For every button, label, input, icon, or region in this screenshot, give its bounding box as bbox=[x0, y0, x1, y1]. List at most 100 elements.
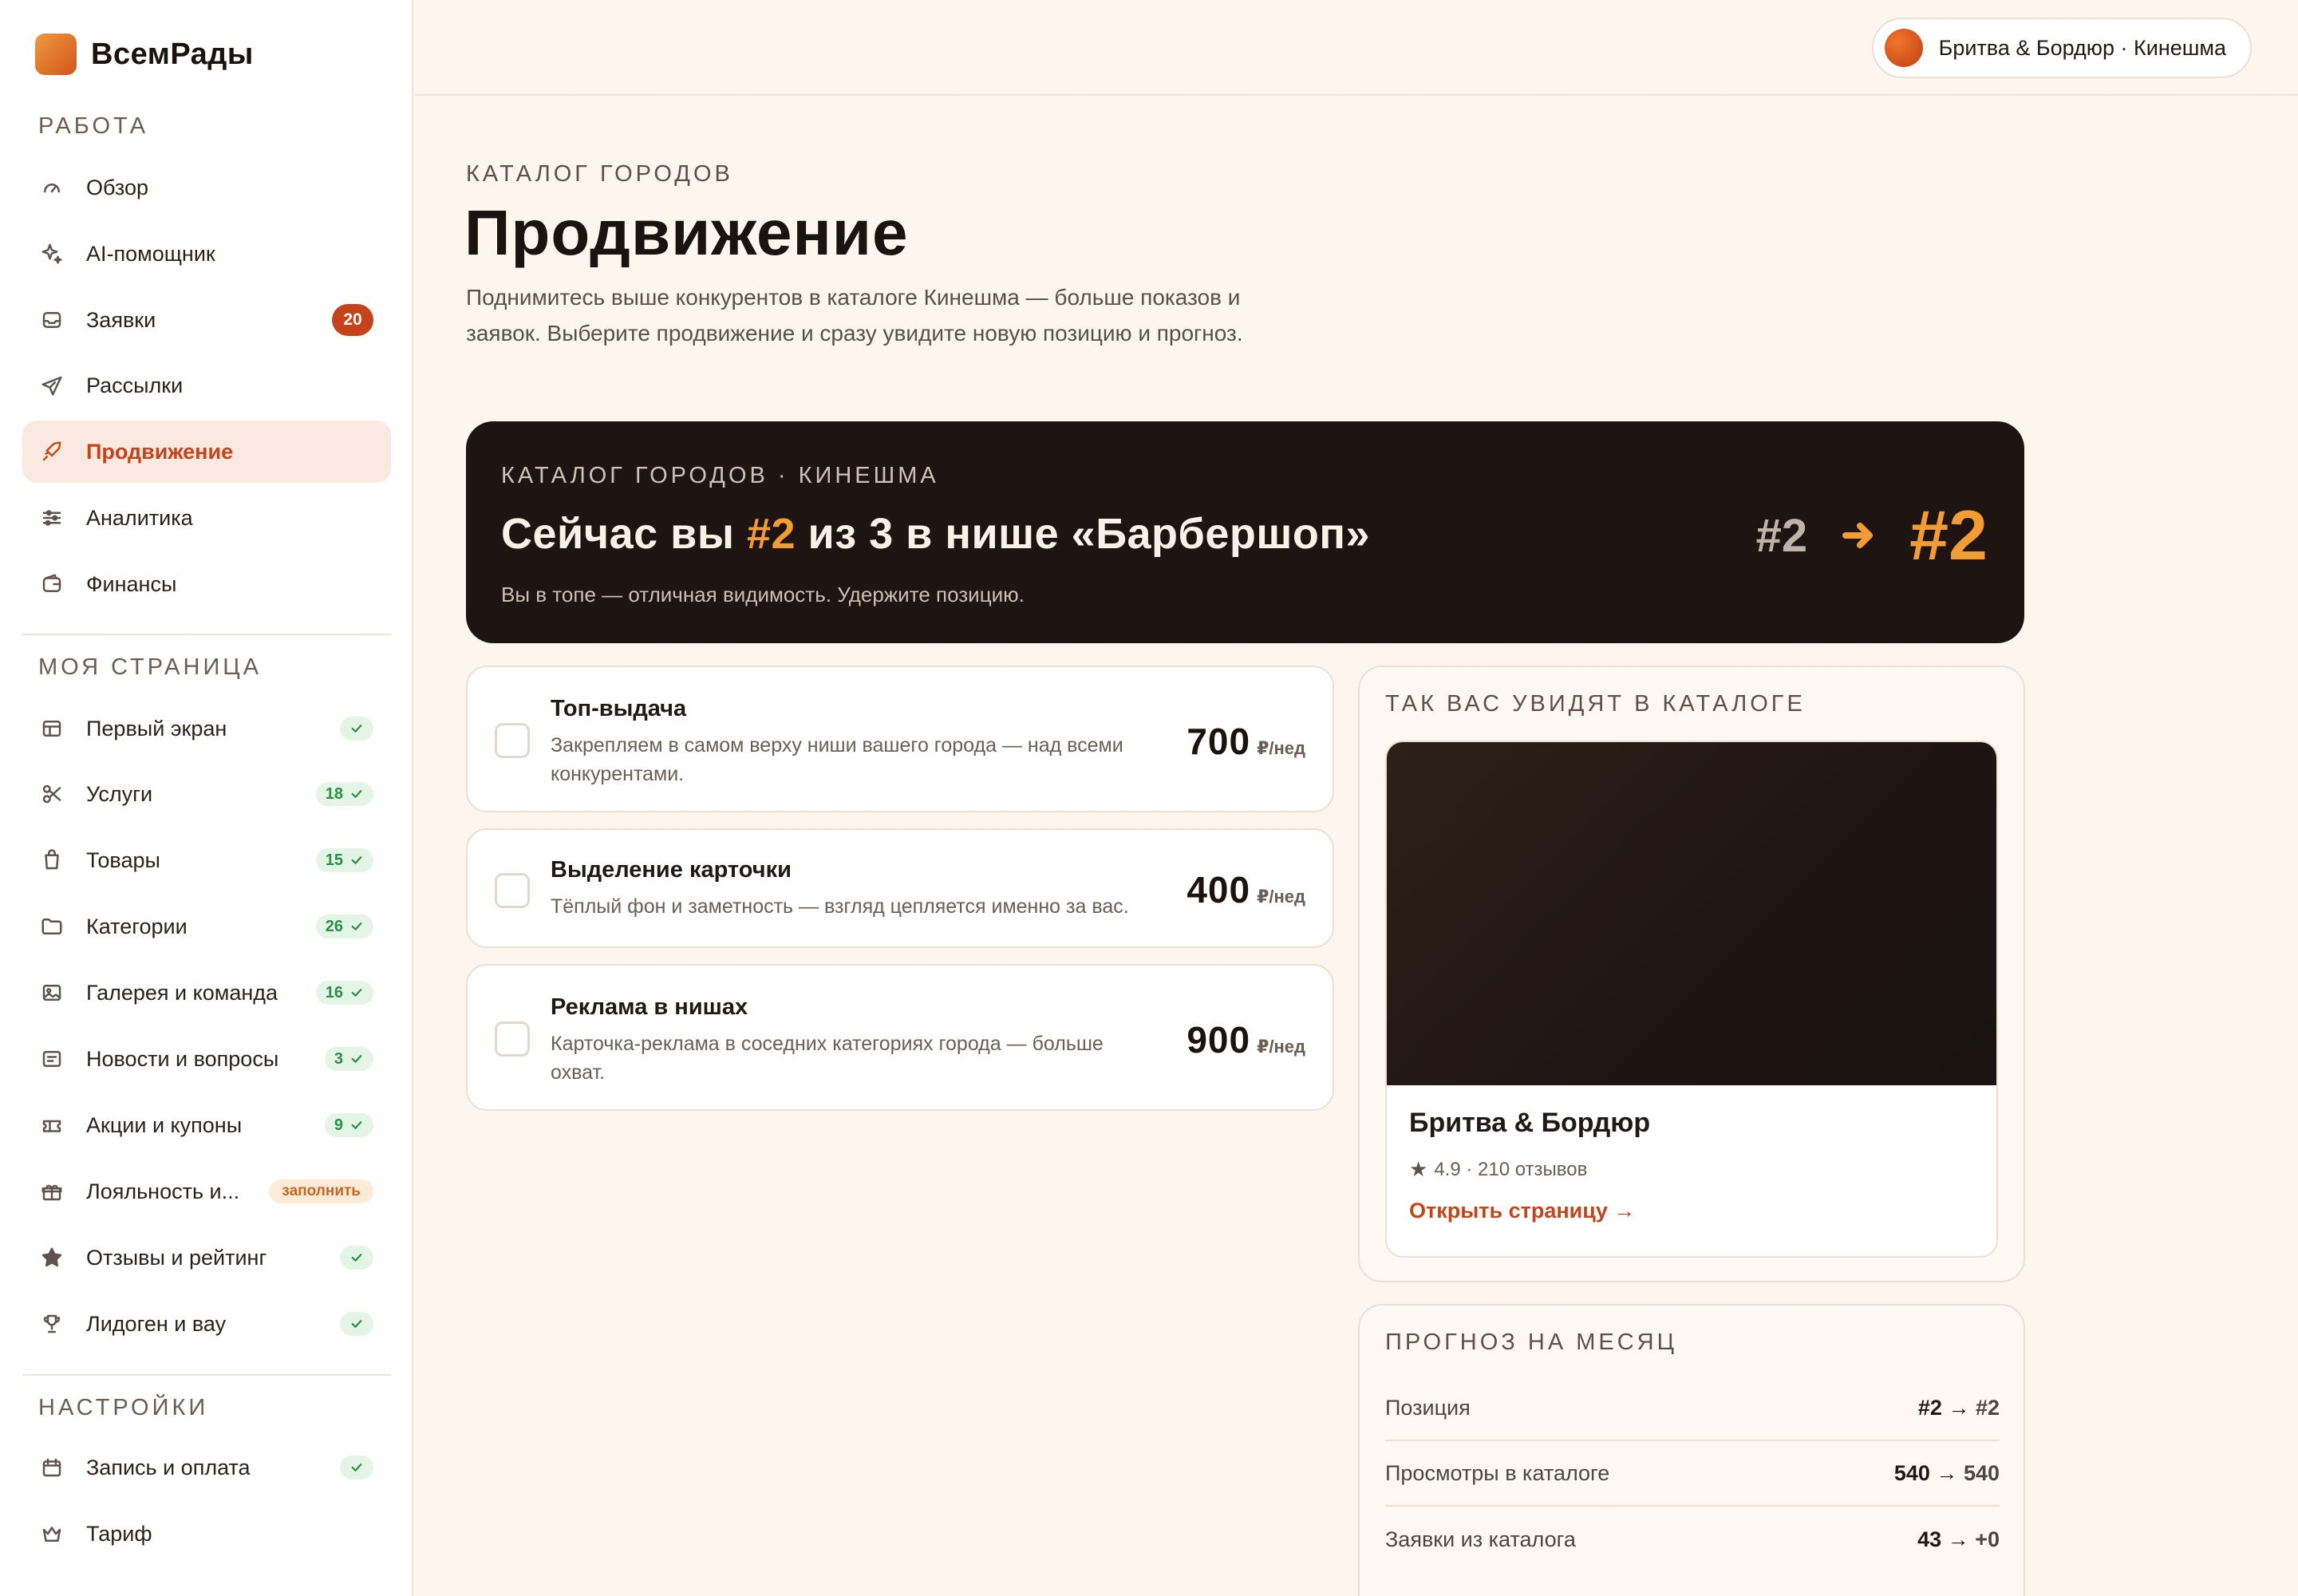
trophy-icon bbox=[40, 1312, 64, 1336]
sidebar-item-first-screen[interactable]: Первый экран bbox=[22, 697, 391, 760]
check-icon bbox=[351, 989, 362, 997]
banner-title: Сейчас вы #2 из 3 в нише «Барбершоп» bbox=[501, 509, 1370, 559]
forecast-value: 540 → 540 bbox=[1893, 1460, 2000, 1485]
price-unit: ₽/нед bbox=[1257, 887, 1305, 907]
sidebar-item-loyalty[interactable]: Лояльность и... заполнить bbox=[22, 1160, 391, 1223]
calendar-icon bbox=[40, 1456, 64, 1479]
sliders-icon bbox=[40, 506, 64, 530]
card-cover-image bbox=[1387, 742, 1996, 1085]
check-icon bbox=[351, 856, 362, 864]
sidebar-item-mailings[interactable]: Рассылки bbox=[22, 354, 391, 417]
option-price: 900 ₽/нед bbox=[1187, 1018, 1305, 1061]
current-position-banner: КАТАЛОГ ГОРОДОВ · КИНЕШМА Сейчас вы #2 и… bbox=[466, 421, 2024, 643]
rating-text: 4.9 · 210 отзывов bbox=[1434, 1158, 1588, 1180]
page-title: Продвижение bbox=[464, 197, 909, 268]
section-label-my-page: МОЯ СТРАНИЦА bbox=[38, 654, 263, 680]
sidebar-item-promos-coupons[interactable]: Акции и купоны 9 bbox=[22, 1094, 391, 1156]
logo-mark-icon bbox=[35, 34, 77, 75]
sidebar-item-requests[interactable]: Заявки 20 bbox=[22, 289, 391, 351]
preview-eyebrow: ТАК ВАС УВИДЯТ В КАТАЛОГЕ bbox=[1385, 691, 1806, 717]
forecast-row: Заявки из каталога 43 → +0 bbox=[1385, 1507, 2000, 1572]
star-icon bbox=[40, 1246, 64, 1270]
check-icon bbox=[351, 1254, 362, 1262]
sidebar-item-overview[interactable]: Обзор bbox=[22, 156, 391, 219]
open-page-link[interactable]: Открыть страницу → bbox=[1409, 1199, 1635, 1223]
sidebar-item-booking-payment[interactable]: Запись и оплата bbox=[22, 1436, 391, 1499]
sidebar-item-services[interactable]: Услуги 18 bbox=[22, 763, 391, 825]
sidebar-item-label: AI-помощник bbox=[86, 241, 215, 266]
price-unit: ₽/нед bbox=[1257, 738, 1305, 758]
layout-icon bbox=[40, 717, 64, 741]
price-value: 400 bbox=[1187, 869, 1251, 911]
status-badge bbox=[340, 1456, 373, 1479]
card-business-name: Бритва & Бордюр bbox=[1409, 1108, 1651, 1138]
sidebar-item-label: Товары bbox=[86, 847, 160, 872]
sidebar-item-leadgen[interactable]: Лидоген и вау bbox=[22, 1293, 391, 1355]
catalog-preview: ТАК ВАС УВИДЯТ В КАТАЛОГЕ Бритва & Бордю… bbox=[1358, 666, 2025, 1282]
sidebar-item-news-faq[interactable]: Новости и вопросы 3 bbox=[22, 1028, 391, 1090]
banner-eyebrow: КАТАЛОГ ГОРОДОВ · КИНЕШМА bbox=[501, 463, 939, 488]
forecast-row: Просмотры в каталоге 540 → 540 bbox=[1385, 1441, 2000, 1507]
arrow-right-icon bbox=[1839, 516, 1877, 555]
sidebar-item-promotion[interactable]: Продвижение bbox=[22, 421, 391, 483]
option-checkbox[interactable] bbox=[495, 1021, 530, 1057]
sidebar-item-products[interactable]: Товары 15 bbox=[22, 829, 391, 891]
wallet-icon bbox=[40, 572, 64, 596]
promo-option-niche-ads[interactable]: Реклама в нишах Карточка-реклама в сосед… bbox=[466, 964, 1334, 1111]
status-badge bbox=[340, 1246, 373, 1270]
banner-title-post: из 3 в нише «Барбершоп» bbox=[796, 510, 1371, 558]
star-icon: ★ bbox=[1409, 1157, 1428, 1181]
check-icon bbox=[351, 1320, 362, 1328]
option-checkbox[interactable] bbox=[495, 723, 530, 758]
status-badge: 9 bbox=[324, 1113, 373, 1137]
bag-icon bbox=[40, 848, 64, 872]
status-badge: 3 bbox=[324, 1047, 373, 1071]
value-to: 540 bbox=[1963, 1460, 2000, 1485]
send-icon bbox=[40, 373, 64, 397]
value-to: +0 bbox=[1975, 1527, 2000, 1551]
forecast-label: Просмотры в каталоге bbox=[1385, 1460, 1610, 1485]
status-badge: 18 bbox=[315, 782, 373, 806]
count: 15 bbox=[325, 851, 343, 869]
sidebar-item-analytics[interactable]: Аналитика bbox=[22, 487, 391, 549]
sidebar-item-gallery-team[interactable]: Галерея и команда 16 bbox=[22, 962, 391, 1024]
gift-icon bbox=[40, 1179, 64, 1203]
status-badge bbox=[340, 717, 373, 741]
section-label-work: РАБОТА bbox=[38, 113, 149, 139]
monthly-forecast: ПРОГНОЗ НА МЕСЯЦ Позиция #2 → #2 Просмот… bbox=[1358, 1304, 2025, 1596]
business-avatar bbox=[1884, 29, 1923, 67]
news-icon bbox=[40, 1047, 64, 1071]
promo-option-highlight[interactable]: Выделение карточки Тёплый фон и заметнос… bbox=[466, 828, 1334, 948]
option-title: Выделение карточки bbox=[551, 857, 792, 883]
sidebar-item-tariff[interactable]: Тариф bbox=[22, 1503, 391, 1565]
ticket-icon bbox=[40, 1113, 64, 1137]
app-name: ВсемРады bbox=[91, 37, 254, 71]
promo-option-top[interactable]: Топ-выдача Закрепляем в самом верху ниши… bbox=[466, 666, 1334, 812]
sidebar-item-finance[interactable]: Финансы bbox=[22, 553, 391, 615]
sidebar-item-reviews-rating[interactable]: Отзывы и рейтинг bbox=[22, 1227, 391, 1289]
sidebar-item-categories[interactable]: Категории 26 bbox=[22, 895, 391, 958]
status-badge: 16 bbox=[315, 981, 373, 1005]
section-label-settings: НАСТРОЙКИ bbox=[38, 1395, 209, 1420]
option-price: 700 ₽/нед bbox=[1187, 720, 1305, 763]
option-checkbox[interactable] bbox=[495, 873, 530, 908]
sidebar-item-label: Отзывы и рейтинг bbox=[86, 1245, 267, 1270]
requests-count-badge: 20 bbox=[332, 304, 373, 336]
sidebar-item-label: Лидоген и вау bbox=[86, 1311, 227, 1336]
sidebar-item-label: Заявки bbox=[86, 307, 156, 332]
status-badge bbox=[340, 1312, 373, 1336]
forecast-value: 43 → +0 bbox=[1917, 1527, 2000, 1551]
price-value: 700 bbox=[1187, 721, 1251, 762]
value-from: 540 bbox=[1893, 1460, 1930, 1485]
check-icon bbox=[351, 725, 362, 733]
business-switcher[interactable]: Бритва & Бордюр · Кинешма bbox=[1871, 18, 2252, 78]
catalog-card[interactable]: Бритва & Бордюр ★ 4.9 · 210 отзывов Откры… bbox=[1385, 741, 1998, 1258]
rank-from: #2 bbox=[1755, 509, 1808, 562]
count: 9 bbox=[334, 1116, 343, 1134]
sidebar-item-ai-assistant[interactable]: AI-помощник bbox=[22, 223, 391, 285]
page-eyebrow: КАТАЛОГ ГОРОДОВ bbox=[466, 161, 733, 187]
price-unit: ₽/нед bbox=[1257, 1037, 1305, 1057]
banner-title-pre: Сейчас вы bbox=[501, 510, 747, 558]
app-logo[interactable]: ВсемРады bbox=[35, 34, 254, 75]
option-price: 400 ₽/нед bbox=[1187, 868, 1305, 911]
